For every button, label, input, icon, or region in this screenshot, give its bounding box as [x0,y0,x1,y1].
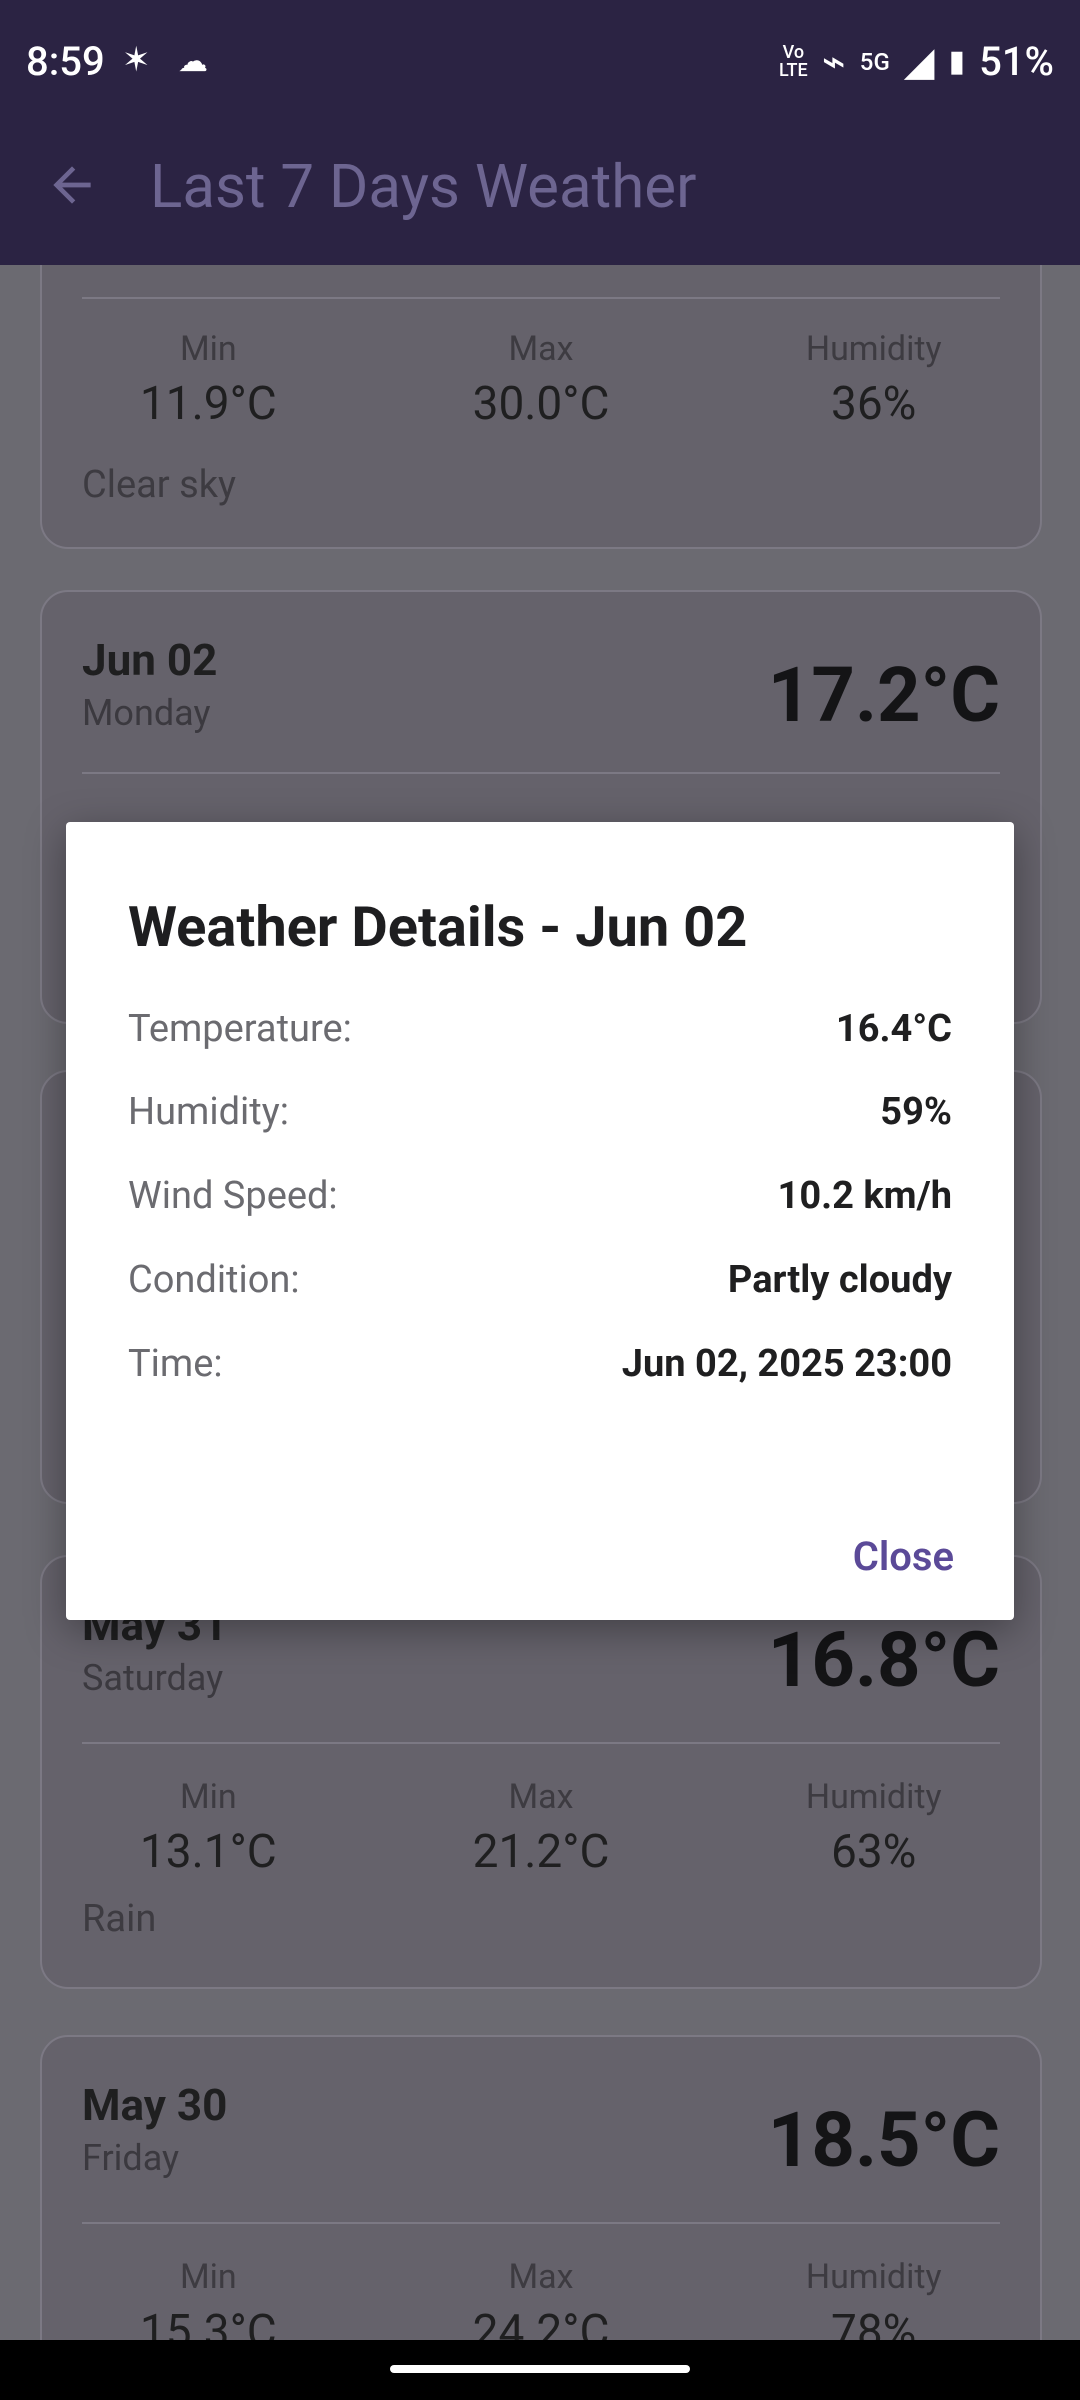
close-button[interactable]: Close [853,1533,954,1580]
card-day: Monday [82,692,211,734]
card-date: May 30 [82,2079,228,2131]
min-stat: Min 13.1°C [139,1777,277,1879]
status-bar: 8:59 ✶ ☁ Vo LTE ⌁ 5G ◢ ▮ 51% [0,0,1080,125]
max-stat: Max 21.2°C [472,1777,610,1879]
max-stat: Max 24.2°C [472,2257,610,2340]
weather-card[interactable]: May 31 Saturday 16.8°C Min 13.1°C Max 21… [40,1555,1042,1989]
card-header: Jun 02 Monday [82,634,217,734]
card-stats: Min 15.3°C Max 24.2°C Humidity 78% [42,2257,1040,2340]
dialog-row-time: Time: Jun 02, 2025 23:00 [128,1342,952,1386]
home-gesture-handle[interactable] [390,2365,690,2373]
dialog-row-wind: Wind Speed: 10.2 km/h [128,1174,952,1218]
dialog-row-humidity: Humidity: 59% [128,1090,952,1134]
battery-icon: ▮ [948,44,966,79]
humidity-stat: Humidity 78% [805,2257,942,2340]
network-type: 5G [859,47,890,76]
card-stats: Min 11.9°C Max 30.0°C Humidity 36% [42,329,1040,431]
back-arrow-icon[interactable] [44,157,100,213]
card-header: May 30 Friday [82,2079,227,2179]
card-divider [82,2222,1000,2224]
card-temperature: 16.8°C [767,1615,1000,1705]
card-day: Friday [82,2137,180,2179]
card-temperature: 17.2°C [767,650,1000,740]
sparkle-icon: ✶ [122,40,151,80]
humidity-stat: Humidity 36% [805,329,942,431]
card-divider [82,297,1000,299]
signal-icon: ◢ [903,38,935,85]
min-stat: Min 11.9°C [139,329,277,431]
card-condition: Rain [82,1897,157,1941]
card-divider [82,772,1000,774]
battery-percent: 51% [979,38,1054,85]
card-condition: Clear sky [82,463,236,507]
status-right: Vo LTE ⌁ 5G ◢ ▮ 51% [779,38,1054,85]
status-time: 8:59 [26,38,105,85]
weather-details-dialog: Weather Details - Jun 02 Temperature: 16… [66,822,1014,1620]
weather-card[interactable]: May 30 Friday 18.5°C Min 15.3°C Max 24.2… [40,2035,1042,2340]
humidity-stat: Humidity 63% [805,1777,942,1879]
page-title: Last 7 Days Weather [150,151,697,222]
app-bar: Last 7 Days Weather [0,125,1080,265]
min-stat: Min 15.3°C [139,2257,277,2340]
max-stat: Max 30.0°C [472,329,610,431]
dialog-row-condition: Condition: Partly cloudy [128,1258,952,1302]
card-divider [82,1742,1000,1744]
weather-card[interactable]: Min 11.9°C Max 30.0°C Humidity 36% Clear… [40,265,1042,549]
hotspot-icon: ⌁ [821,38,846,85]
card-stats: Min 13.1°C Max 21.2°C Humidity 63% [42,1777,1040,1879]
navigation-bar [0,2340,1080,2400]
card-temperature: 18.5°C [767,2095,1000,2185]
volte-icon: Vo LTE [779,41,808,81]
cloud-icon: ☁ [178,44,208,79]
card-date: Jun 02 [82,634,218,686]
dialog-row-temperature: Temperature: 16.4°C [128,1007,952,1051]
card-day: Saturday [82,1657,224,1699]
dialog-title: Weather Details - Jun 02 [128,894,748,960]
